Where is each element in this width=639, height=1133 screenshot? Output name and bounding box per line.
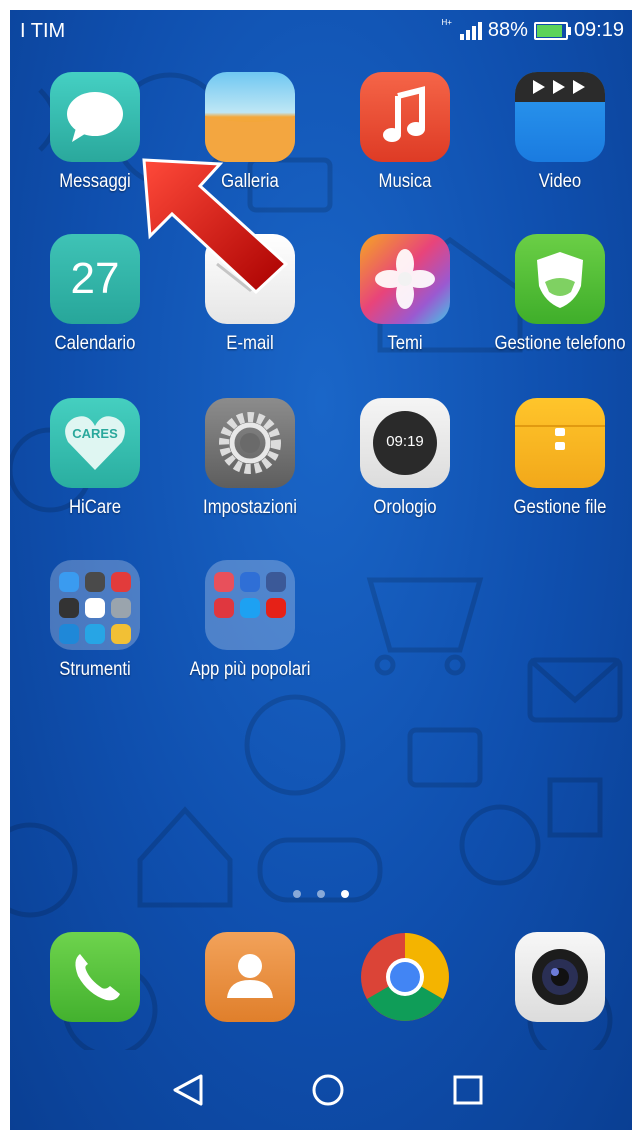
mini-app-icon bbox=[214, 572, 234, 592]
messaggi-icon bbox=[50, 72, 140, 162]
status-bar: I TIM H+ 88% 09:19 bbox=[10, 10, 632, 52]
folder-app-popolari[interactable]: App più popolari bbox=[175, 560, 325, 680]
dock-chrome[interactable] bbox=[330, 932, 480, 1022]
signal-icon bbox=[459, 21, 482, 40]
mini-booking-icon bbox=[240, 572, 260, 592]
chrome-icon bbox=[360, 932, 450, 1022]
galleria-icon bbox=[205, 72, 295, 162]
app-label: Impostazioni bbox=[203, 497, 297, 518]
mini-twitter-icon bbox=[240, 598, 260, 618]
page-dot[interactable] bbox=[293, 890, 301, 898]
mini-recorder-icon bbox=[85, 572, 105, 592]
app-label: App più popolari bbox=[189, 659, 311, 680]
app-label: Musica bbox=[378, 171, 432, 192]
page-indicator bbox=[10, 890, 632, 898]
mini-notes-icon bbox=[85, 598, 105, 618]
arrow-annotation bbox=[142, 158, 289, 295]
app-label: Gestione telefono bbox=[494, 333, 626, 354]
musica-icon bbox=[360, 72, 450, 162]
app-label: E-mail bbox=[226, 333, 274, 354]
video-icon bbox=[515, 72, 605, 162]
dock-contacts[interactable] bbox=[175, 932, 325, 1022]
calendar-date: 27 bbox=[70, 254, 120, 303]
home-screen: I TIM H+ 88% 09:19 Messaggi Galleria Mus… bbox=[10, 10, 632, 1130]
recents-icon[interactable] bbox=[444, 1066, 492, 1114]
app-label: Video bbox=[538, 171, 582, 192]
home-icon[interactable] bbox=[304, 1066, 352, 1114]
contacts-icon bbox=[205, 932, 295, 1022]
mini-compass-icon bbox=[111, 598, 131, 618]
app-gestione-telefono[interactable]: Gestione telefono bbox=[485, 234, 632, 354]
clock: 09:19 bbox=[573, 19, 624, 41]
app-label: HiCare bbox=[68, 497, 122, 518]
folder-icon bbox=[515, 398, 605, 488]
network-type: H+ bbox=[441, 18, 452, 27]
app-impostazioni[interactable]: Impostazioni bbox=[175, 398, 325, 518]
mini-weather-icon bbox=[59, 572, 79, 592]
app-label: Gestione file bbox=[513, 497, 607, 518]
app-hicare[interactable]: CARES HiCare bbox=[20, 398, 170, 518]
calendar-icon: 27 bbox=[50, 234, 140, 324]
folder-preview bbox=[50, 560, 140, 650]
folder-preview bbox=[205, 560, 295, 650]
shield-icon bbox=[515, 234, 605, 324]
carrier-name: I TIM bbox=[20, 20, 66, 42]
app-video[interactable]: Video bbox=[485, 72, 632, 192]
dock-camera[interactable] bbox=[485, 932, 632, 1022]
hicare-badge: CARES bbox=[72, 426, 118, 441]
battery-icon bbox=[533, 21, 571, 40]
app-label: Calendario bbox=[54, 333, 136, 354]
hicare-icon: CARES bbox=[50, 398, 140, 488]
page-dot-active[interactable] bbox=[341, 890, 349, 898]
mini-youtube-icon bbox=[266, 598, 286, 618]
back-icon[interactable] bbox=[165, 1066, 213, 1114]
camera-icon bbox=[515, 932, 605, 1022]
mini-mirror-icon bbox=[85, 624, 105, 644]
phone-icon bbox=[50, 932, 140, 1022]
app-label: Temi bbox=[387, 333, 423, 354]
mini-music-icon bbox=[214, 598, 234, 618]
mini-torch-icon bbox=[111, 624, 131, 644]
status-indicators: H+ 88% 09:19 bbox=[441, 19, 624, 42]
page-dot[interactable] bbox=[317, 890, 325, 898]
clock-face-time: 09:19 bbox=[386, 433, 424, 450]
mini-record-icon bbox=[111, 572, 131, 592]
app-orologio[interactable]: 09:19 Orologio bbox=[330, 398, 480, 518]
dock-phone[interactable] bbox=[20, 932, 170, 1022]
mini-calc-icon bbox=[59, 598, 79, 618]
mini-facebook-icon bbox=[266, 572, 286, 592]
app-label: Strumenti bbox=[59, 659, 131, 680]
app-label: Orologio bbox=[373, 497, 437, 518]
navigation-bar bbox=[10, 1050, 632, 1130]
clock-icon: 09:19 bbox=[360, 398, 450, 488]
app-gestione-file[interactable]: Gestione file bbox=[485, 398, 632, 518]
mini-backup-icon bbox=[59, 624, 79, 644]
app-temi[interactable]: Temi bbox=[330, 234, 480, 354]
themes-icon bbox=[360, 234, 450, 324]
app-musica[interactable]: Musica bbox=[330, 72, 480, 192]
folder-strumenti[interactable]: Strumenti bbox=[20, 560, 170, 680]
battery-percent: 88% bbox=[487, 19, 528, 41]
gear-icon bbox=[205, 398, 295, 488]
